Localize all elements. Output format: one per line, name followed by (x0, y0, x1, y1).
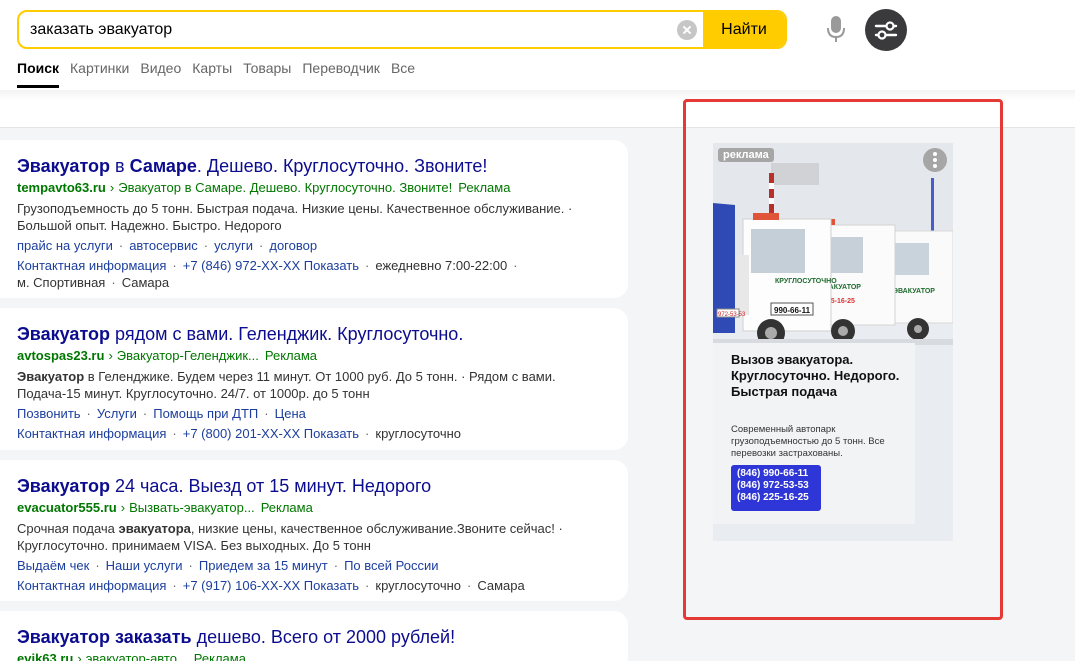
contact-row: Контактная информация · +7 (800) 201-XX-XX… (17, 426, 462, 441)
ad-subtext: Современный автопарк грузоподъемностью д… (731, 424, 885, 459)
phone-link[interactable]: +7 (800) 201-XX-XX Показать (183, 426, 359, 441)
more-options-icon[interactable] (923, 148, 947, 172)
tab-products[interactable]: Товары (243, 60, 291, 88)
sitelink[interactable]: Приедем за 15 минут (199, 558, 328, 573)
tab-search[interactable]: Поиск (17, 60, 60, 88)
ad-label: реклама (718, 148, 774, 162)
result-url: evik63.ru › эвакуатор-авто... Реклама (17, 650, 611, 661)
filters-button[interactable] (865, 9, 907, 51)
ad-phone: (846) 225-16-25 (737, 492, 809, 503)
truck-phone: 972-53-53 (718, 312, 746, 318)
sitelink[interactable]: договор (269, 238, 317, 253)
metro-station: м. Спортивная (17, 275, 106, 290)
header: Найти Поиск Картинки Видео Карты Товары … (0, 0, 1075, 90)
sitelink[interactable]: Позвонить (17, 406, 81, 421)
result-url: tempavto63.ru › Эвакуатор в Самаре. Дешево… (17, 180, 511, 195)
contact-info-link[interactable]: Контактная информация (17, 426, 166, 441)
result-title[interactable]: Эвакуатор 24 часа. Выезд от 15 минут. Не… (17, 475, 611, 497)
sitelink[interactable]: Цена (275, 406, 306, 421)
truck-phone: 990-66-11 (774, 306, 811, 315)
result-url: evacuator555.ru › Вызвать-эвакуатор... Рекл… (17, 500, 313, 515)
working-hours: круглосуточно (375, 426, 462, 441)
city: Самара (121, 275, 170, 290)
location-row: м. Спортивная · Самара (17, 275, 170, 290)
search-button[interactable]: Найти (703, 12, 785, 47)
result-card: Эвакуатор рядом с вами. Геленджик. Кругл… (0, 308, 628, 450)
tab-images[interactable]: Картинки (70, 60, 129, 88)
result-breadcrumb[interactable]: Вызвать-эвакуатор... (129, 500, 255, 515)
sitelink[interactable]: автосервис (129, 238, 198, 253)
ad-label: Реклама (260, 500, 313, 515)
sitelink[interactable]: прайс на услуги (17, 238, 113, 253)
result-breadcrumb[interactable]: эвакуатор-авто... (86, 651, 188, 661)
result-title[interactable]: Эвакуатор в Самаре. Дешево. Круглосуточн… (17, 155, 611, 177)
truck-text: КРУГЛОСУТОЧНО (775, 278, 837, 285)
search-tabs: Поиск Картинки Видео Карты Товары Перево… (17, 60, 426, 88)
sitelink[interactable]: Наши услуги (106, 558, 183, 573)
microphone-icon[interactable] (825, 14, 847, 44)
city: Самара (477, 578, 525, 593)
result-domain[interactable]: evik63.ru (17, 651, 73, 661)
result-domain[interactable]: evacuator555.ru (17, 500, 117, 515)
search-box: Найти (17, 10, 787, 49)
phone-link[interactable]: +7 (917) 106-XX-XX Показать (183, 578, 359, 593)
result-domain[interactable]: tempavto63.ru (17, 180, 106, 195)
ad-label: Реклама (193, 651, 246, 661)
contact-row: Контактная информация · +7 (917) 106-XX-XX… (17, 578, 525, 593)
result-breadcrumb[interactable]: Эвакуатор в Самаре. Дешево. Круглосуточн… (118, 180, 452, 195)
tab-maps[interactable]: Карты (192, 60, 232, 88)
sitelink[interactable]: По всей России (344, 558, 438, 573)
ad-phones-button[interactable]: (846) 990-66-11 (846) 972-53-53 (846) 22… (731, 465, 821, 511)
working-hours: круглосуточно (375, 578, 462, 593)
result-description: Срочная подача эвакуатора, низкие цены, … (17, 521, 563, 553)
result-domain[interactable]: avtospas23.ru (17, 348, 104, 363)
sitelinks: Выдаём чек · Наши услуги · Приедем за 15 мин… (17, 558, 439, 573)
sitelinks: прайс на услуги · автосервис · услуги · догово… (17, 238, 318, 253)
result-card: Эвакуатор заказать дешево. Всего от 2000… (0, 611, 628, 661)
ad-label: Реклама (264, 348, 318, 363)
result-description: Грузоподъемность до 5 тонн. Быстрая пода… (17, 201, 573, 233)
tab-all[interactable]: Все (391, 60, 415, 88)
ad-phone: (846) 990-66-11 (737, 468, 809, 479)
sitelinks: Позвонить · Услуги · Помощь при ДТП · Цена (17, 406, 306, 421)
result-title[interactable]: Эвакуатор заказать дешево. Всего от 2000… (17, 626, 611, 648)
phone-link[interactable]: +7 (846) 972-XX-XX Показать (183, 258, 359, 273)
sitelink[interactable]: услуги (214, 238, 253, 253)
ad-phone: (846) 972-53-53 (737, 480, 809, 491)
clear-icon[interactable] (677, 20, 697, 40)
truck-text: ЭВАКУАТОР (893, 288, 935, 295)
ad-heading[interactable]: Вызов эвакуатора. Круглосуточно. Недорог… (731, 352, 901, 400)
sitelink[interactable]: Услуги (97, 406, 137, 421)
tab-translator[interactable]: Переводчик (302, 60, 380, 88)
working-hours: ежедневно 7:00-22:00 (375, 258, 508, 273)
sitelink[interactable]: Выдаём чек (17, 558, 89, 573)
result-card: Эвакуатор в Самаре. Дешево. Круглосуточн… (0, 140, 628, 298)
contact-info-link[interactable]: Контактная информация (17, 258, 166, 273)
search-input[interactable] (19, 12, 709, 47)
result-url: avtospas23.ru › Эвакуатор-Геленджик... Рекл… (17, 348, 318, 363)
contact-info-link[interactable]: Контактная информация (17, 578, 166, 593)
result-card: Эвакуатор 24 часа. Выезд от 15 минут. Не… (0, 460, 628, 601)
tab-video[interactable]: Видео (140, 60, 181, 88)
result-breadcrumb[interactable]: Эвакуатор-Геленджик... (117, 348, 259, 363)
result-description: Эвакуатор в Геленджике. Будем через 11 м… (17, 369, 556, 401)
sitelink[interactable]: Помощь при ДТП (153, 406, 258, 421)
ad-label: Реклама (458, 180, 511, 195)
sliders-icon (874, 21, 898, 40)
result-title[interactable]: Эвакуатор рядом с вами. Геленджик. Кругл… (17, 323, 611, 345)
